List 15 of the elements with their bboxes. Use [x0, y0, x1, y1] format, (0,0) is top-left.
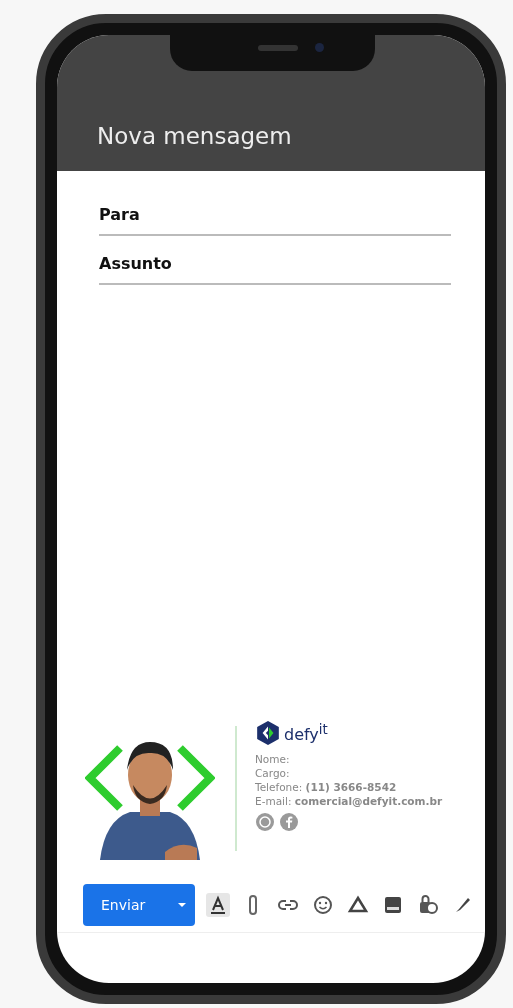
input-field[interactable]: Para [99, 171, 451, 236]
logo-icon [255, 720, 281, 746]
signature-line: Cargo: [255, 766, 291, 780]
caret-icon[interactable] [177, 902, 187, 908]
facebook-icon[interactable] [279, 812, 299, 832]
globe-icon[interactable] [255, 812, 275, 832]
signature-line: Nome: [255, 752, 291, 766]
signature-line: E-mail: comercial@defyit.com.br [255, 794, 443, 808]
emoji-icon[interactable] [311, 893, 335, 917]
signature-line: Telefone: (11) 3666-8542 [255, 780, 398, 794]
text-format-icon[interactable] [206, 893, 230, 917]
window-title: Nova mensagem [97, 123, 292, 149]
logo-text: defy$^{it}$ [284, 723, 328, 743]
input-field[interactable]: Assunto [99, 236, 451, 285]
send-button[interactable]: Enviar [83, 884, 195, 926]
